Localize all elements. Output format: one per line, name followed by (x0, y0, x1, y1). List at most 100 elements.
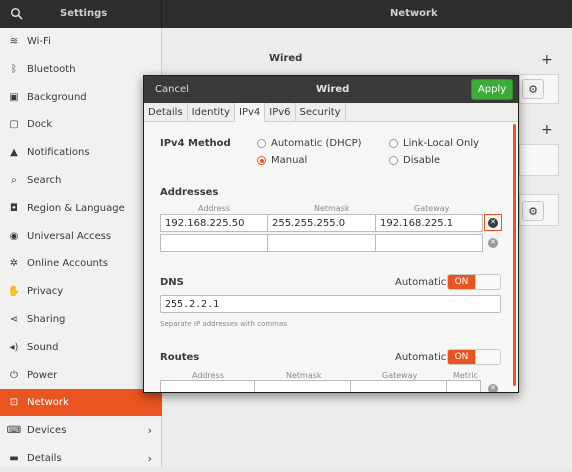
sidebar-item-search[interactable]: ⌕ Search (0, 167, 162, 194)
sidebar-item-universal-access[interactable]: ◉ Universal Access (0, 223, 162, 250)
sidebar-item-notifications[interactable]: ▲ Notifications (0, 139, 162, 166)
dns-input[interactable]: 255.2.2.1 (160, 295, 501, 313)
sidebar-item-label: Dock (27, 119, 53, 131)
app-title: Settings (60, 8, 108, 19)
gateway-input[interactable] (376, 235, 482, 251)
sidebar-item-background[interactable]: ▣ Background (0, 84, 162, 111)
dock-icon: ▢ (9, 119, 19, 131)
sidebar-item-wi-fi[interactable]: ≋ Wi-Fi (0, 28, 162, 55)
sidebar-header: Settings (0, 0, 162, 28)
gateway-input[interactable]: 192.168.225.1 (376, 215, 482, 231)
sidebar-item-online-accounts[interactable]: ✲ Online Accounts (0, 250, 162, 277)
bluetooth-icon: ᛒ (11, 63, 17, 75)
sidebar-item-label: Sound (27, 341, 59, 353)
sidebar-item-sound[interactable]: ◂) Sound (0, 334, 162, 361)
sidebar-item-label: Devices (27, 425, 67, 437)
sidebar-item-bluetooth[interactable]: ᛒ Bluetooth (0, 56, 162, 83)
sidebar-item-label: Wi-Fi (27, 36, 51, 47)
sidebar-item-network[interactable]: ⊡ Network (0, 389, 162, 417)
sidebar-item-label: Region & Language (27, 202, 125, 214)
power-icon: ⏻ (10, 369, 18, 381)
details-icon: ▬ (9, 453, 19, 464)
vpn-card (519, 144, 559, 176)
close-icon: ✕ (488, 217, 498, 228)
network-icon: ⊡ (9, 397, 19, 409)
apply-button[interactable]: Apply (471, 79, 513, 100)
routes-label: Routes (160, 352, 200, 363)
netmask-input[interactable]: 255.255.255.0 (268, 215, 376, 231)
netmask-input[interactable] (268, 235, 376, 251)
wired-heading: Wired (269, 53, 303, 64)
sidebar-item-label: Background (27, 91, 87, 103)
column-netmask: Netmask (314, 204, 350, 213)
ipv4-method-label: IPv4 Method (160, 138, 231, 149)
sidebar-item-devices[interactable]: ⌨ Devices › (0, 417, 162, 444)
tab-identity[interactable]: Identity (188, 103, 235, 122)
routes-automatic-toggle[interactable]: ON (447, 349, 501, 365)
radio-indicator (389, 139, 398, 148)
speaker-icon: ◂) (9, 341, 19, 353)
sidebar-item-dock[interactable]: ▢ Dock (0, 111, 162, 138)
route-metric-input[interactable] (447, 381, 480, 392)
add-vpn-button[interactable]: + (541, 122, 553, 138)
sidebar-item-region-language[interactable]: ◘ Region & Language (0, 195, 162, 222)
tab-details[interactable]: Details (144, 103, 188, 122)
tab-ipv4[interactable]: IPv4 (235, 103, 266, 122)
sidebar-item-sharing[interactable]: ⋖ Sharing (0, 306, 162, 333)
route-address-input[interactable] (161, 381, 255, 392)
address-input[interactable]: 192.168.225.50 (161, 215, 268, 231)
tab-security[interactable]: Security (296, 103, 346, 122)
address-input[interactable] (161, 235, 268, 251)
sidebar-item-label: Universal Access (27, 230, 112, 242)
route-column-netmask: Netmask (286, 371, 322, 380)
sidebar-item-label: Search (27, 175, 62, 186)
delete-address-button[interactable]: ✕ (484, 214, 502, 231)
sidebar-item-privacy[interactable]: ✋ Privacy (0, 278, 162, 305)
proxy-settings-button[interactable]: ⚙ (522, 201, 544, 221)
toggle-on-label: ON (448, 350, 475, 364)
sidebar-item-label: Sharing (27, 314, 66, 325)
delete-address-button[interactable]: ✕ (484, 234, 502, 251)
sidebar-item-label: Details (27, 453, 62, 464)
dialog-header: Cancel Wired Apply (144, 76, 518, 103)
header-bar: Settings Network (0, 0, 572, 28)
cancel-button[interactable]: Cancel (155, 84, 189, 95)
dns-label: DNS (160, 277, 184, 288)
column-address: Address (198, 204, 230, 213)
dns-automatic-toggle[interactable]: ON (447, 274, 501, 290)
sidebar-item-label: Online Accounts (27, 258, 109, 270)
dns-automatic-label: Automatic (395, 277, 447, 288)
devices-icon: ⌨ (6, 425, 22, 437)
radio-label: Manual (271, 155, 308, 166)
wired-settings-button[interactable]: ⚙ (522, 79, 544, 99)
radio-indicator (389, 156, 398, 165)
accessibility-icon: ◉ (9, 230, 19, 242)
wired-dialog: Cancel Wired Apply Details Identity IPv4 IP… (143, 75, 519, 393)
sidebar-item-power[interactable]: ⏻ Power (0, 362, 162, 389)
radio-label: Link-Local Only (403, 138, 480, 149)
route-netmask-input[interactable] (255, 381, 351, 392)
gear-icon: ⚙ (528, 204, 538, 218)
radio-disable[interactable]: Disable (389, 155, 440, 166)
scrollbar[interactable] (513, 124, 516, 386)
addresses-label: Addresses (160, 187, 219, 198)
share-icon: ⋖ (9, 314, 19, 325)
address-row: 192.168.225.50 255.255.255.0 192.168.225… (160, 214, 483, 232)
route-gateway-input[interactable] (351, 381, 447, 392)
sidebar-item-label: Notifications (27, 147, 90, 159)
search-icon[interactable] (10, 7, 24, 21)
toggle-knob (475, 350, 500, 364)
route-column-metric: Metric (453, 371, 478, 380)
add-connection-button[interactable]: + (541, 52, 553, 68)
radio-manual[interactable]: Manual (257, 155, 307, 166)
tab-ipv6[interactable]: IPv6 (265, 103, 296, 122)
radio-automatic-dhcp[interactable]: Automatic (DHCP) (257, 138, 362, 149)
route-column-gateway: Gateway (382, 371, 418, 380)
chevron-right-icon: › (147, 452, 152, 465)
radio-label: Automatic (DHCP) (271, 138, 362, 149)
sidebar-item-label: Power (27, 369, 58, 381)
sidebar-item-details[interactable]: ▬ Details › (0, 445, 162, 472)
delete-route-button[interactable]: ✕ (484, 380, 502, 392)
column-gateway: Gateway (414, 204, 450, 213)
radio-link-local-only[interactable]: Link-Local Only (389, 138, 479, 149)
